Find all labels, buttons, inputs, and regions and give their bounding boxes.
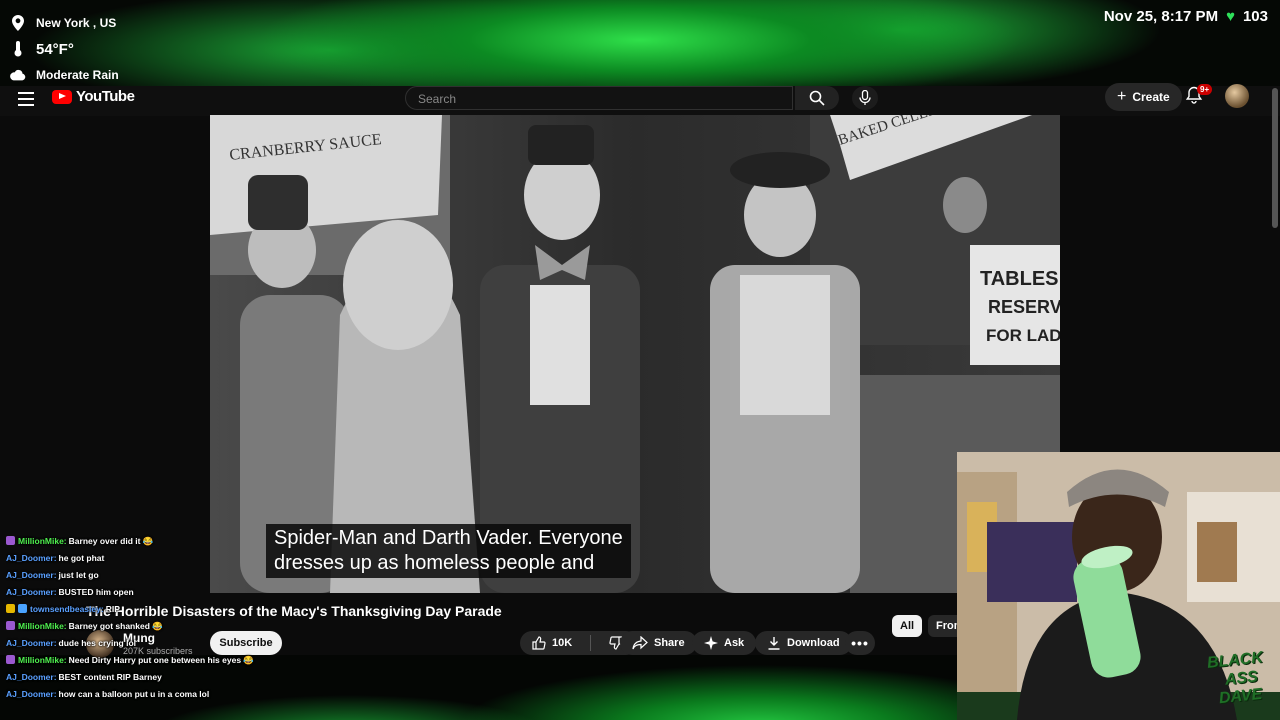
video-caption: Spider-Man and Darth Vader. Everyone dre… [266, 524, 631, 578]
chat-text: Barney over did it 😂 [68, 536, 154, 546]
weather-condition: Moderate Rain [36, 68, 119, 82]
share-button[interactable]: Share [620, 631, 697, 655]
crown-icon [6, 604, 15, 613]
chat-user: AJ_Doomer: [6, 587, 57, 597]
share-label: Share [654, 637, 685, 649]
caption-line-2: dresses up as homeless people and [274, 552, 595, 574]
search-button[interactable] [795, 86, 839, 110]
sign-tables-line3: FOR LADIE [986, 326, 1060, 345]
heart-icon: ♥ [1226, 8, 1235, 25]
create-label: Create [1132, 90, 1170, 104]
download-icon [768, 637, 780, 650]
sign-tables-line2: RESERVE [988, 297, 1060, 317]
stream-clock: Nov 25, 8:17 PM ♥ 103 [1104, 8, 1268, 25]
page-scrollbar[interactable] [1272, 88, 1278, 228]
chat-text: BEST content RIP Barney [58, 672, 162, 682]
weather-widget: New York , US 54°F° Moderate Rain [10, 10, 119, 88]
chat-text: just let go [58, 570, 99, 580]
chat-message: MillionMike: Barney over did it 😂 [6, 533, 266, 550]
ask-button[interactable]: Ask [692, 631, 757, 655]
stream-background-top [0, 0, 1280, 86]
chat-user: AJ_Doomer: [6, 638, 57, 648]
weather-temperature: 54°F° [36, 40, 74, 58]
logo-text: YouTube [76, 88, 135, 105]
thermometer-icon [10, 41, 26, 57]
chat-message: townsendbeasley: RIP [6, 601, 266, 618]
chat-badge-icon [6, 536, 15, 545]
chat-user: AJ_Doomer: [6, 689, 57, 699]
video-player[interactable]: CRANBERRY SAUCE BAKED CELERY TABLES RESE… [210, 115, 1060, 593]
video-frame-image: CRANBERRY SAUCE BAKED CELERY TABLES RESE… [210, 115, 1060, 593]
microphone-icon [859, 90, 871, 105]
chat-text: BUSTED him open [58, 587, 134, 597]
chat-user: MillionMike: [18, 536, 67, 546]
chat-message: AJ_Doomer: BUSTED him open [6, 584, 266, 601]
weather-location: New York , US [36, 16, 117, 30]
youtube-header: YouTube + Create 9+ [0, 83, 1280, 116]
like-separator [590, 635, 592, 651]
share-icon [632, 636, 648, 650]
sign-tables-line1: TABLES [980, 268, 1059, 290]
caption-line-1: Spider-Man and Darth Vader. Everyone [274, 527, 623, 549]
chat-badge-icon [6, 621, 15, 630]
more-horizontal-icon: ••• [851, 635, 869, 651]
location-pin-icon [10, 15, 26, 31]
chat-message: AJ_Doomer: dude hes crying lol [6, 635, 266, 652]
chat-user: AJ_Doomer: [6, 570, 57, 580]
viewer-count: 103 [1242, 8, 1268, 25]
chat-text: he got phat [58, 553, 105, 563]
search-icon [809, 90, 825, 106]
youtube-play-icon [52, 89, 72, 104]
ask-label: Ask [724, 637, 745, 649]
plus-icon: + [1117, 88, 1127, 105]
account-avatar[interactable] [1225, 84, 1249, 108]
chat-text: dude hes crying lol [58, 638, 137, 648]
stream-chat: MillionMike: Barney over did it 😂 AJ_Doom… [6, 533, 266, 703]
chat-user: MillionMike: [18, 621, 67, 631]
chat-user: townsendbeasley: [30, 604, 104, 614]
datetime-text: Nov 25, 8:17 PM [1103, 8, 1219, 25]
chat-message: AJ_Doomer: he got phat [6, 550, 266, 567]
voice-search-button[interactable] [852, 86, 878, 110]
like-count: 10K [552, 637, 573, 649]
chat-message: MillionMike: Barney got shanked 😂 [6, 618, 266, 635]
weather-temp-row: 54°F° [10, 36, 119, 62]
notification-badge: 9+ [1197, 84, 1213, 95]
menu-icon[interactable] [18, 92, 34, 106]
filter-chip-all[interactable]: All [892, 615, 923, 637]
weather-location-row: New York , US [10, 10, 119, 36]
like-button[interactable]: 10K [520, 631, 584, 655]
figure-background [943, 177, 987, 233]
chat-text: RIP [105, 604, 120, 614]
chat-user: AJ_Doomer: [6, 553, 57, 563]
download-button[interactable]: Download [755, 631, 852, 655]
chat-badge-icon [18, 604, 27, 613]
search-box[interactable] [405, 86, 793, 111]
chat-text: Barney got shanked 😂 [68, 621, 163, 631]
youtube-logo[interactable]: YouTube [52, 88, 135, 105]
more-actions-button[interactable]: ••• [845, 631, 875, 655]
download-label: Download [787, 637, 840, 649]
chat-message: AJ_Doomer: BEST content RIP Barney [6, 669, 266, 686]
chat-user: MillionMike: [18, 655, 67, 665]
thumbs-up-icon [532, 636, 546, 650]
search-input[interactable] [406, 87, 790, 111]
chat-text: Need Dirty Harry put one between his eye… [68, 655, 255, 665]
create-button[interactable]: + Create [1105, 83, 1182, 111]
chat-message: MillionMike: Need Dirty Harry put one bet… [6, 652, 266, 669]
weather-condition-row: Moderate Rain [10, 62, 119, 88]
cloud-icon [10, 67, 26, 83]
chat-badge-icon [6, 655, 15, 664]
chat-text: how can a balloon put u in a coma lol [58, 689, 210, 699]
sparkle-icon [704, 636, 718, 650]
chat-message: AJ_Doomer: how can a balloon put u in a c… [6, 686, 266, 703]
webcam-feed: BLACK ASS DAVE [957, 452, 1280, 720]
chat-message: AJ_Doomer: just let go [6, 567, 266, 584]
chat-user: AJ_Doomer: [6, 672, 57, 682]
